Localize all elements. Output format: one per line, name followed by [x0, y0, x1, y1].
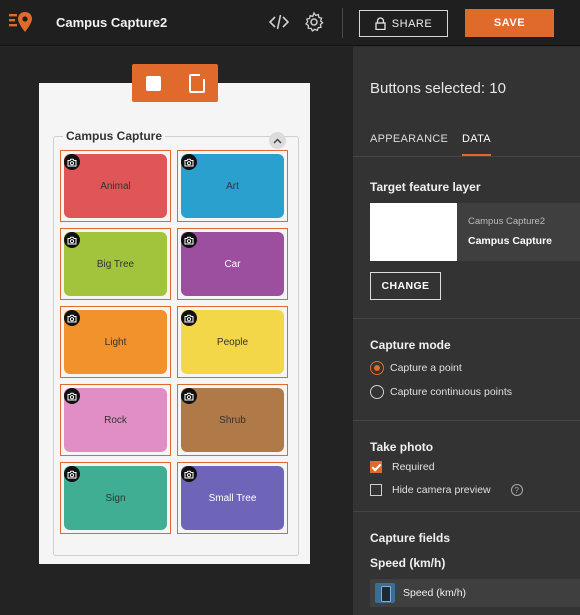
hide-preview-option[interactable]: Hide camera preview ? — [370, 484, 523, 496]
button-group[interactable]: Campus Capture Animal Art Big Tree Car Light… — [53, 129, 299, 556]
camera-icon — [64, 310, 80, 326]
portrait-orientation-icon[interactable] — [189, 73, 206, 93]
capture-mode-continuous[interactable]: Capture continuous points — [370, 385, 512, 399]
tab-data[interactable]: DATA — [462, 133, 491, 145]
chevron-up-icon — [273, 137, 282, 144]
divider — [353, 420, 580, 421]
toolbar-separator — [342, 8, 343, 38]
capture-button[interactable]: Art — [177, 150, 288, 222]
top-bar: Campus Capture2 SHARE SAVE — [0, 0, 580, 46]
panel-tabs: APPEARANCE DATA — [353, 131, 580, 157]
capture-button[interactable]: People — [177, 306, 288, 378]
camera-icon — [181, 466, 197, 482]
selection-count: Buttons selected: 10 — [370, 80, 506, 97]
camera-icon — [181, 232, 197, 248]
tab-appearance[interactable]: APPEARANCE — [370, 133, 448, 145]
radio-selected[interactable] — [370, 361, 384, 375]
landscape-orientation-icon[interactable] — [146, 76, 161, 91]
app-title: Campus Capture2 — [56, 15, 168, 30]
required-option[interactable]: Required — [370, 461, 435, 473]
code-icon[interactable] — [268, 11, 290, 33]
preview-canvas: Campus Capture Animal Art Big Tree Car Light… — [0, 47, 353, 615]
change-layer-button[interactable]: CHANGE — [370, 272, 441, 300]
share-button[interactable]: SHARE — [359, 10, 448, 37]
properties-panel: Buttons selected: 10 APPEARANCE DATA Tar… — [353, 47, 580, 615]
capture-button[interactable]: Car — [177, 228, 288, 300]
target-layer-heading: Target feature layer — [370, 180, 481, 194]
required-checkbox[interactable] — [370, 461, 382, 473]
capture-mode-continuous-label: Capture continuous points — [390, 386, 512, 398]
capture-button[interactable]: Sign — [60, 462, 171, 534]
layer-thumbnail — [370, 203, 457, 261]
capture-mode-heading: Capture mode — [370, 338, 451, 352]
capture-button[interactable]: Animal — [60, 150, 171, 222]
orientation-toggle — [132, 64, 218, 102]
camera-icon — [181, 154, 197, 170]
divider — [353, 318, 580, 319]
camera-icon — [64, 388, 80, 404]
speed-heading: Speed (km/h) — [370, 556, 446, 570]
layer-name: Campus Capture — [468, 235, 553, 247]
device-preview: Campus Capture Animal Art Big Tree Car Light… — [39, 83, 310, 564]
hide-preview-label: Hide camera preview — [392, 484, 491, 496]
camera-icon — [181, 310, 197, 326]
collapse-group-button[interactable] — [269, 132, 286, 149]
group-title: Campus Capture — [63, 129, 166, 143]
capture-button[interactable]: Small Tree — [177, 462, 288, 534]
camera-icon — [64, 154, 80, 170]
camera-icon — [181, 388, 197, 404]
speed-field-label: Speed (km/h) — [403, 587, 467, 599]
help-icon[interactable]: ? — [510, 484, 523, 496]
gear-icon[interactable] — [303, 11, 325, 33]
capture-button[interactable]: Light — [60, 306, 171, 378]
radio-unselected[interactable] — [370, 385, 384, 399]
required-label: Required — [392, 461, 435, 473]
divider — [353, 511, 580, 512]
camera-icon — [64, 232, 80, 248]
layer-source: Campus Capture2 — [468, 216, 546, 227]
device-sensor-icon — [375, 583, 395, 603]
capture-mode-point[interactable]: Capture a point — [370, 361, 462, 375]
lock-icon — [375, 17, 386, 30]
save-button[interactable]: SAVE — [465, 9, 554, 37]
hide-preview-checkbox[interactable] — [370, 484, 382, 496]
quickcapture-logo-icon — [9, 12, 32, 32]
share-label: SHARE — [391, 17, 433, 30]
active-tab-indicator — [462, 154, 491, 156]
capture-button[interactable]: Rock — [60, 384, 171, 456]
capture-fields-heading: Capture fields — [370, 531, 451, 545]
capture-button[interactable]: Shrub — [177, 384, 288, 456]
capture-button[interactable]: Big Tree — [60, 228, 171, 300]
capture-mode-point-label: Capture a point — [390, 362, 462, 374]
speed-field[interactable]: Speed (km/h) — [370, 579, 580, 607]
camera-icon — [64, 466, 80, 482]
take-photo-heading: Take photo — [370, 440, 434, 454]
layer-card: Campus Capture2 Campus Capture — [370, 203, 580, 261]
